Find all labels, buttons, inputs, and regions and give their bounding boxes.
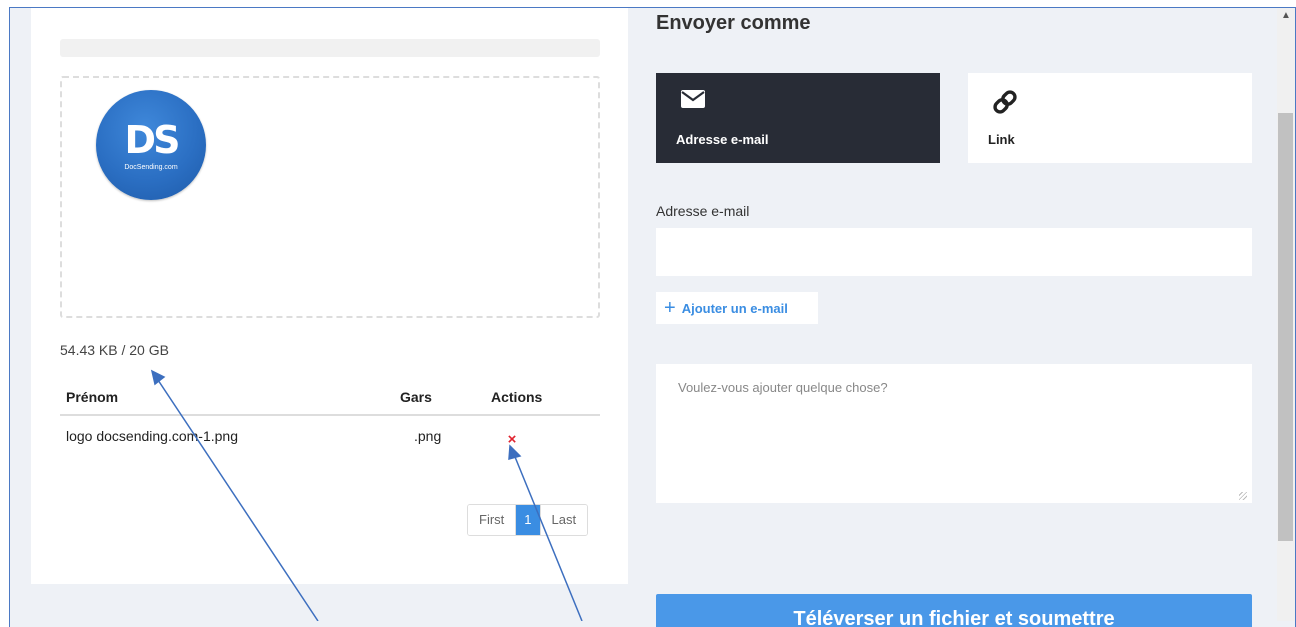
delete-file-icon[interactable]: ×: [504, 432, 520, 448]
send-option-link[interactable]: Link: [968, 73, 1252, 163]
file-type-cell: .png: [414, 428, 442, 444]
send-as-title: Envoyer comme: [656, 12, 811, 34]
scroll-up-icon[interactable]: ▲: [1277, 10, 1295, 21]
add-email-label: Ajouter un e-mail: [681, 300, 788, 316]
logo-subtitle: DocSending.com: [124, 164, 178, 171]
add-email-button[interactable]: + Ajouter un e-mail: [656, 292, 818, 324]
send-option-email-label: Adresse e-mail: [676, 132, 769, 147]
send-option-link-label: Link: [988, 132, 1015, 147]
table-header-divider: [60, 414, 600, 416]
upload-submit-button[interactable]: Téléverser un fichier et soumettre: [656, 594, 1252, 627]
app-frame: DS DocSending.com 54.43 KB / 20 GB Préno…: [9, 7, 1296, 627]
scrollbar-thumb[interactable]: [1278, 113, 1293, 541]
pagination: First 1 Last: [467, 504, 589, 536]
column-header-name: Prénom: [66, 389, 119, 405]
file-name-cell: logo docsending.com-1.png: [66, 428, 239, 444]
pagination-first[interactable]: First: [468, 505, 516, 535]
textarea-resize-handle[interactable]: [1239, 492, 1247, 500]
upload-progress-bar: [60, 39, 600, 57]
column-header-actions: Actions: [491, 389, 543, 405]
envelope-icon: [680, 89, 706, 114]
link-icon: [990, 87, 1020, 122]
page-scrollbar[interactable]: ▲: [1277, 8, 1295, 621]
logo-mark: DS: [124, 118, 181, 162]
upload-card: DS DocSending.com 54.43 KB / 20 GB Préno…: [31, 8, 628, 584]
send-option-email[interactable]: Adresse e-mail: [656, 73, 940, 163]
storage-usage: 54.43 KB / 20 GB: [60, 342, 169, 358]
pagination-last[interactable]: Last: [539, 505, 588, 535]
pagination-page-current[interactable]: 1: [515, 505, 540, 535]
column-header-type: Gars: [400, 389, 432, 405]
email-field[interactable]: [656, 228, 1252, 276]
email-field-label: Adresse e-mail: [656, 203, 750, 219]
docsending-logo: DS DocSending.com: [96, 90, 206, 200]
plus-icon: +: [664, 297, 676, 319]
message-textarea[interactable]: [656, 364, 1252, 503]
